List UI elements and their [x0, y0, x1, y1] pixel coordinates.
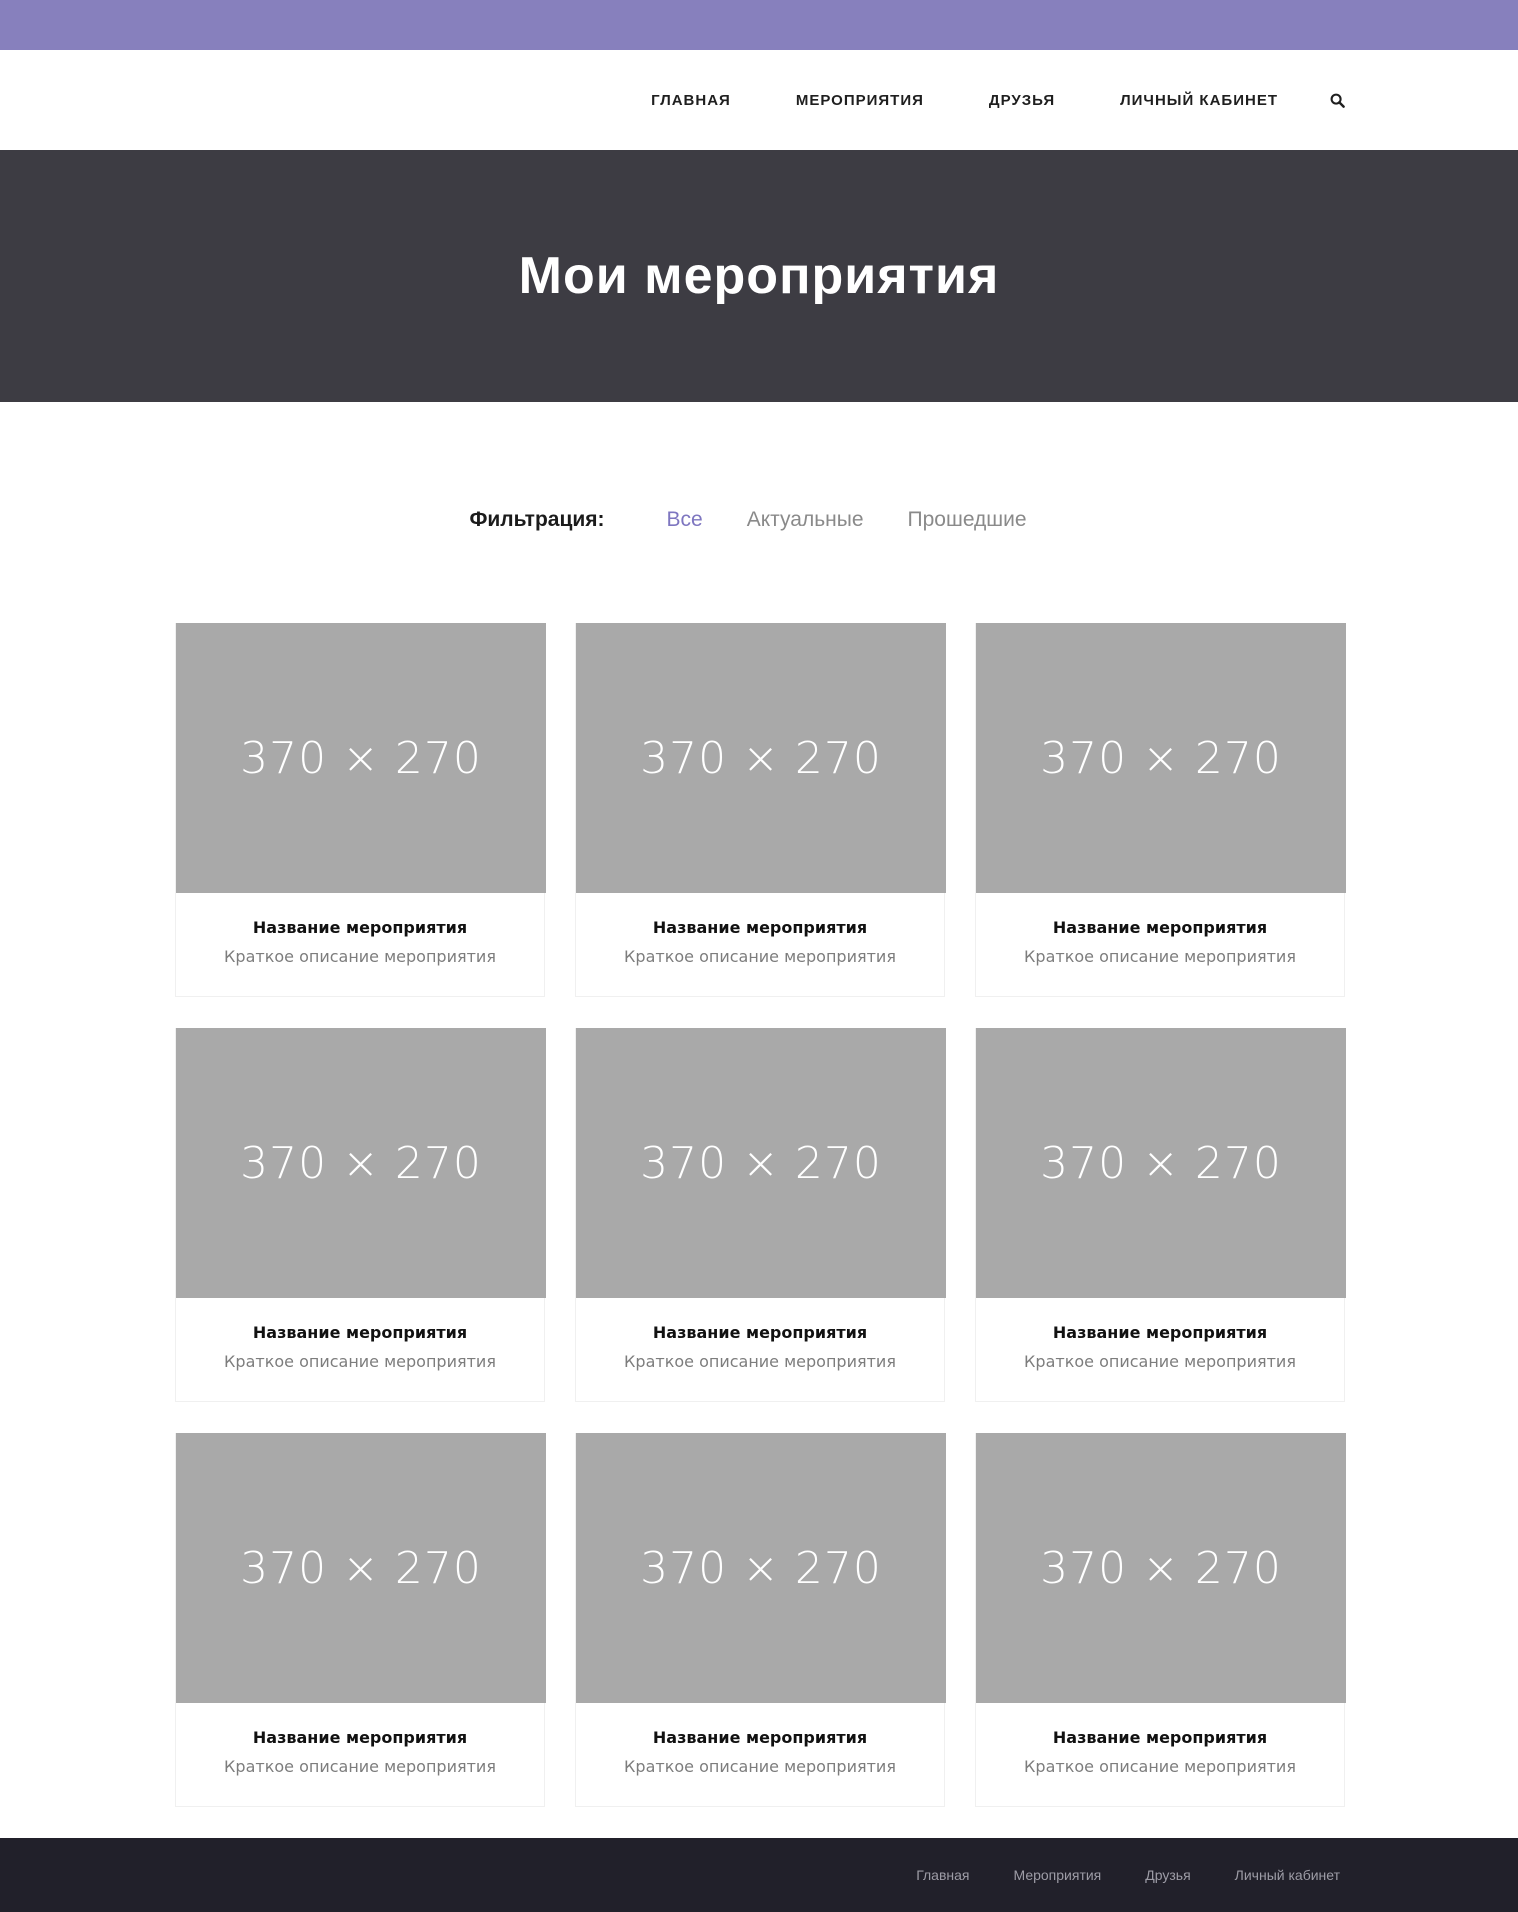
event-image-placeholder: 370 × 270: [576, 1028, 946, 1298]
event-title: Название мероприятия: [1052, 1728, 1268, 1747]
filter-label: Фильтрация:: [469, 508, 605, 531]
event-card[interactable]: 370 × 270 Название мероприятия Краткое оп…: [975, 1433, 1346, 1807]
event-description: Краткое описание мероприятия: [624, 947, 896, 966]
event-title: Название мероприятия: [1052, 1323, 1268, 1342]
footer-link-account[interactable]: Личный кабинет: [1235, 1867, 1340, 1883]
event-image-placeholder: 370 × 270: [976, 1028, 1346, 1298]
event-card[interactable]: 370 × 270 Название мероприятия Краткое оп…: [175, 623, 546, 997]
event-image-placeholder: 370 × 270: [976, 1433, 1346, 1703]
image-size-label: 370 × 270: [1040, 1542, 1282, 1594]
event-card[interactable]: 370 × 270 Название мероприятия Краткое оп…: [575, 1028, 946, 1402]
event-description: Краткое описание мероприятия: [224, 1352, 496, 1371]
main-nav: ГЛАВНАЯ МЕРОПРИЯТИЯ ДРУЗЬЯ ЛИЧНЫЙ КАБИНЕ…: [651, 50, 1346, 150]
filter-all[interactable]: Все: [667, 508, 703, 532]
nav-account[interactable]: ЛИЧНЫЙ КАБИНЕТ: [1120, 92, 1278, 109]
event-image-placeholder: 370 × 270: [576, 623, 946, 893]
image-size-label: 370 × 270: [640, 1137, 882, 1189]
event-description: Краткое описание мероприятия: [624, 1352, 896, 1371]
events-grid: 370 × 270 Название мероприятия Краткое оп…: [175, 623, 1346, 1807]
event-image-placeholder: 370 × 270: [176, 623, 546, 893]
image-size-label: 370 × 270: [1040, 732, 1282, 784]
nav-home[interactable]: ГЛАВНАЯ: [651, 92, 731, 109]
event-image-placeholder: 370 × 270: [976, 623, 1346, 893]
image-size-label: 370 × 270: [640, 732, 882, 784]
event-title: Название мероприятия: [652, 1323, 868, 1342]
footer-link-friends[interactable]: Друзья: [1145, 1867, 1190, 1883]
event-description: Краткое описание мероприятия: [224, 1757, 496, 1776]
event-title: Название мероприятия: [652, 1728, 868, 1747]
event-card[interactable]: 370 × 270 Название мероприятия Краткое оп…: [175, 1433, 546, 1807]
event-title: Название мероприятия: [1052, 918, 1268, 937]
footer-link-home[interactable]: Главная: [916, 1867, 969, 1883]
event-title: Название мероприятия: [252, 918, 468, 937]
event-image-placeholder: 370 × 270: [176, 1028, 546, 1298]
event-description: Краткое описание мероприятия: [224, 947, 496, 966]
event-card[interactable]: 370 × 270 Название мероприятия Краткое оп…: [575, 1433, 946, 1807]
footer-nav: Главная Мероприятия Друзья Личный кабине…: [916, 1838, 1340, 1912]
image-size-label: 370 × 270: [640, 1542, 882, 1594]
page-hero: Мои мероприятия: [0, 150, 1518, 402]
image-size-label: 370 × 270: [240, 1137, 482, 1189]
event-image-placeholder: 370 × 270: [176, 1433, 546, 1703]
decorative-ghost-text: [330, 360, 1210, 402]
event-title: Название мероприятия: [252, 1728, 468, 1747]
page-title: Мои мероприятия: [518, 247, 1000, 305]
event-description: Краткое описание мероприятия: [1024, 1352, 1296, 1371]
event-image-placeholder: 370 × 270: [576, 1433, 946, 1703]
nav-friends[interactable]: ДРУЗЬЯ: [989, 92, 1055, 109]
image-size-label: 370 × 270: [240, 732, 482, 784]
search-icon[interactable]: [1328, 91, 1346, 109]
event-title: Название мероприятия: [652, 918, 868, 937]
event-filter: Фильтрация: Все Актуальные Прошедшие: [0, 500, 1518, 540]
event-description: Краткое описание мероприятия: [1024, 947, 1296, 966]
filter-current[interactable]: Актуальные: [747, 508, 864, 532]
event-card[interactable]: 370 × 270 Название мероприятия Краткое оп…: [575, 623, 946, 997]
site-footer: Главная Мероприятия Друзья Личный кабине…: [0, 1838, 1518, 1912]
image-size-label: 370 × 270: [240, 1542, 482, 1594]
event-title: Название мероприятия: [252, 1323, 468, 1342]
footer-link-events[interactable]: Мероприятия: [1014, 1867, 1102, 1883]
event-card[interactable]: 370 × 270 Название мероприятия Краткое оп…: [975, 1028, 1346, 1402]
image-size-label: 370 × 270: [1040, 1137, 1282, 1189]
event-card[interactable]: 370 × 270 Название мероприятия Краткое оп…: [975, 623, 1346, 997]
filter-past[interactable]: Прошедшие: [908, 508, 1027, 532]
event-description: Краткое описание мероприятия: [624, 1757, 896, 1776]
nav-events[interactable]: МЕРОПРИЯТИЯ: [796, 92, 924, 109]
site-header: ГЛАВНАЯ МЕРОПРИЯТИЯ ДРУЗЬЯ ЛИЧНЫЙ КАБИНЕ…: [0, 50, 1518, 150]
event-card[interactable]: 370 × 270 Название мероприятия Краткое оп…: [175, 1028, 546, 1402]
top-accent-bar: [0, 0, 1518, 50]
event-description: Краткое описание мероприятия: [1024, 1757, 1296, 1776]
